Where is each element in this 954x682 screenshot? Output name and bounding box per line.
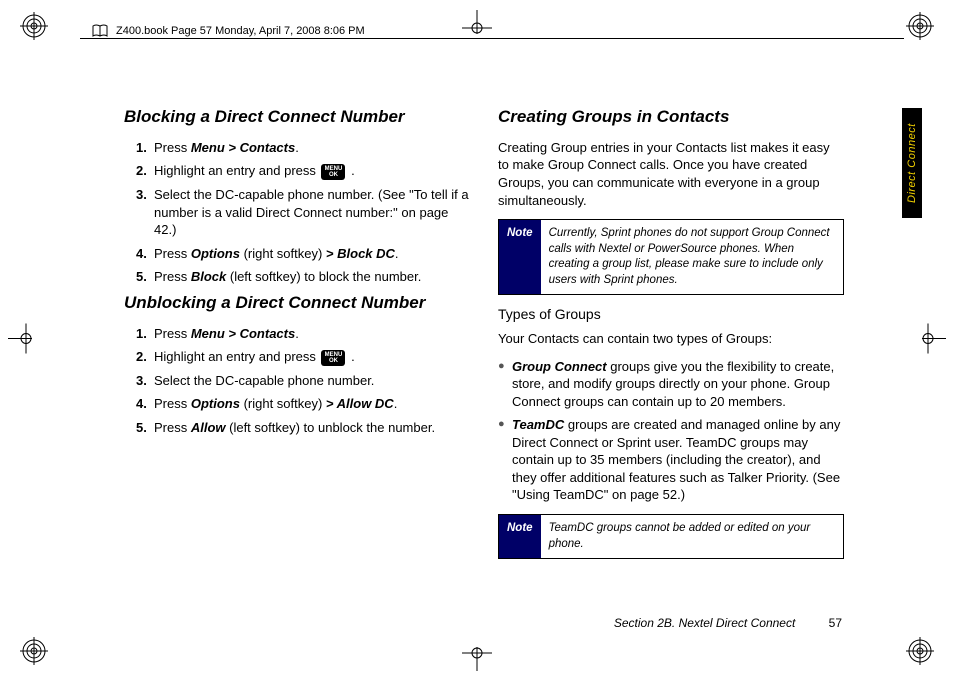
block-step-4: 4. Press Options (right softkey) > Block… (136, 245, 470, 263)
crop-corner-icon (20, 12, 48, 45)
block-step-1: 1. Press Menu > Contacts. (136, 139, 470, 157)
bullet-teamdc: ● TeamDC groups are created and managed … (498, 416, 844, 504)
note-text: Currently, Sprint phones do not support … (541, 220, 843, 294)
unblock-step-5: 5. Press Allow (left softkey) to unblock… (136, 419, 470, 437)
note-label: Note (499, 515, 541, 558)
bullet-group-connect: ● Group Connect groups give you the flex… (498, 358, 844, 411)
heading-types: Types of Groups (498, 305, 844, 324)
note-box-1: Note Currently, Sprint phones do not sup… (498, 219, 844, 295)
block-step-2: 2. Highlight an entry and press MENUOK . (136, 162, 470, 180)
block-step-3: 3. Select the DC-capable phone number. (… (136, 186, 470, 239)
footer-section: Section 2B. Nextel Direct Connect (614, 616, 795, 630)
crop-left-icon (8, 319, 32, 364)
footer-page-number: 57 (829, 616, 842, 630)
block-step-5: 5. Press Block (left softkey) to block t… (136, 268, 470, 286)
crop-corner-icon (906, 637, 934, 670)
unblock-step-4: 4. Press Options (right softkey) > Allow… (136, 395, 470, 413)
note-label: Note (499, 220, 541, 294)
types-intro: Your Contacts can contain two types of G… (498, 330, 844, 348)
page-footer: Section 2B. Nextel Direct Connect 57 (614, 616, 842, 630)
unblock-step-2: 2. Highlight an entry and press MENUOK . (136, 348, 470, 366)
header-rule (80, 38, 904, 39)
crop-right-icon (922, 319, 946, 364)
groups-intro: Creating Group entries in your Contacts … (498, 139, 844, 209)
crop-bottom-icon (457, 647, 497, 676)
right-column: Creating Groups in Contacts Creating Gro… (498, 100, 844, 620)
crop-top-icon (457, 10, 497, 39)
heading-unblocking: Unblocking a Direct Connect Number (124, 292, 470, 315)
menu-ok-key-icon: MENUOK (321, 350, 345, 366)
note-text: TeamDC groups cannot be added or edited … (541, 515, 843, 558)
crop-corner-icon (906, 12, 934, 45)
unblock-step-1: 1. Press Menu > Contacts. (136, 325, 470, 343)
print-header-text: Z400.book Page 57 Monday, April 7, 2008 … (116, 25, 365, 37)
crop-corner-icon (20, 637, 48, 670)
print-header: Z400.book Page 57 Monday, April 7, 2008 … (92, 24, 365, 38)
heading-blocking: Blocking a Direct Connect Number (124, 106, 470, 129)
book-icon (92, 24, 108, 38)
note-box-2: Note TeamDC groups cannot be added or ed… (498, 514, 844, 559)
heading-groups: Creating Groups in Contacts (498, 106, 844, 129)
section-tab: Direct Connect (902, 108, 922, 218)
left-column: Blocking a Direct Connect Number 1. Pres… (124, 100, 470, 620)
menu-ok-key-icon: MENUOK (321, 164, 345, 180)
unblock-step-3: 3. Select the DC-capable phone number. (136, 372, 470, 390)
